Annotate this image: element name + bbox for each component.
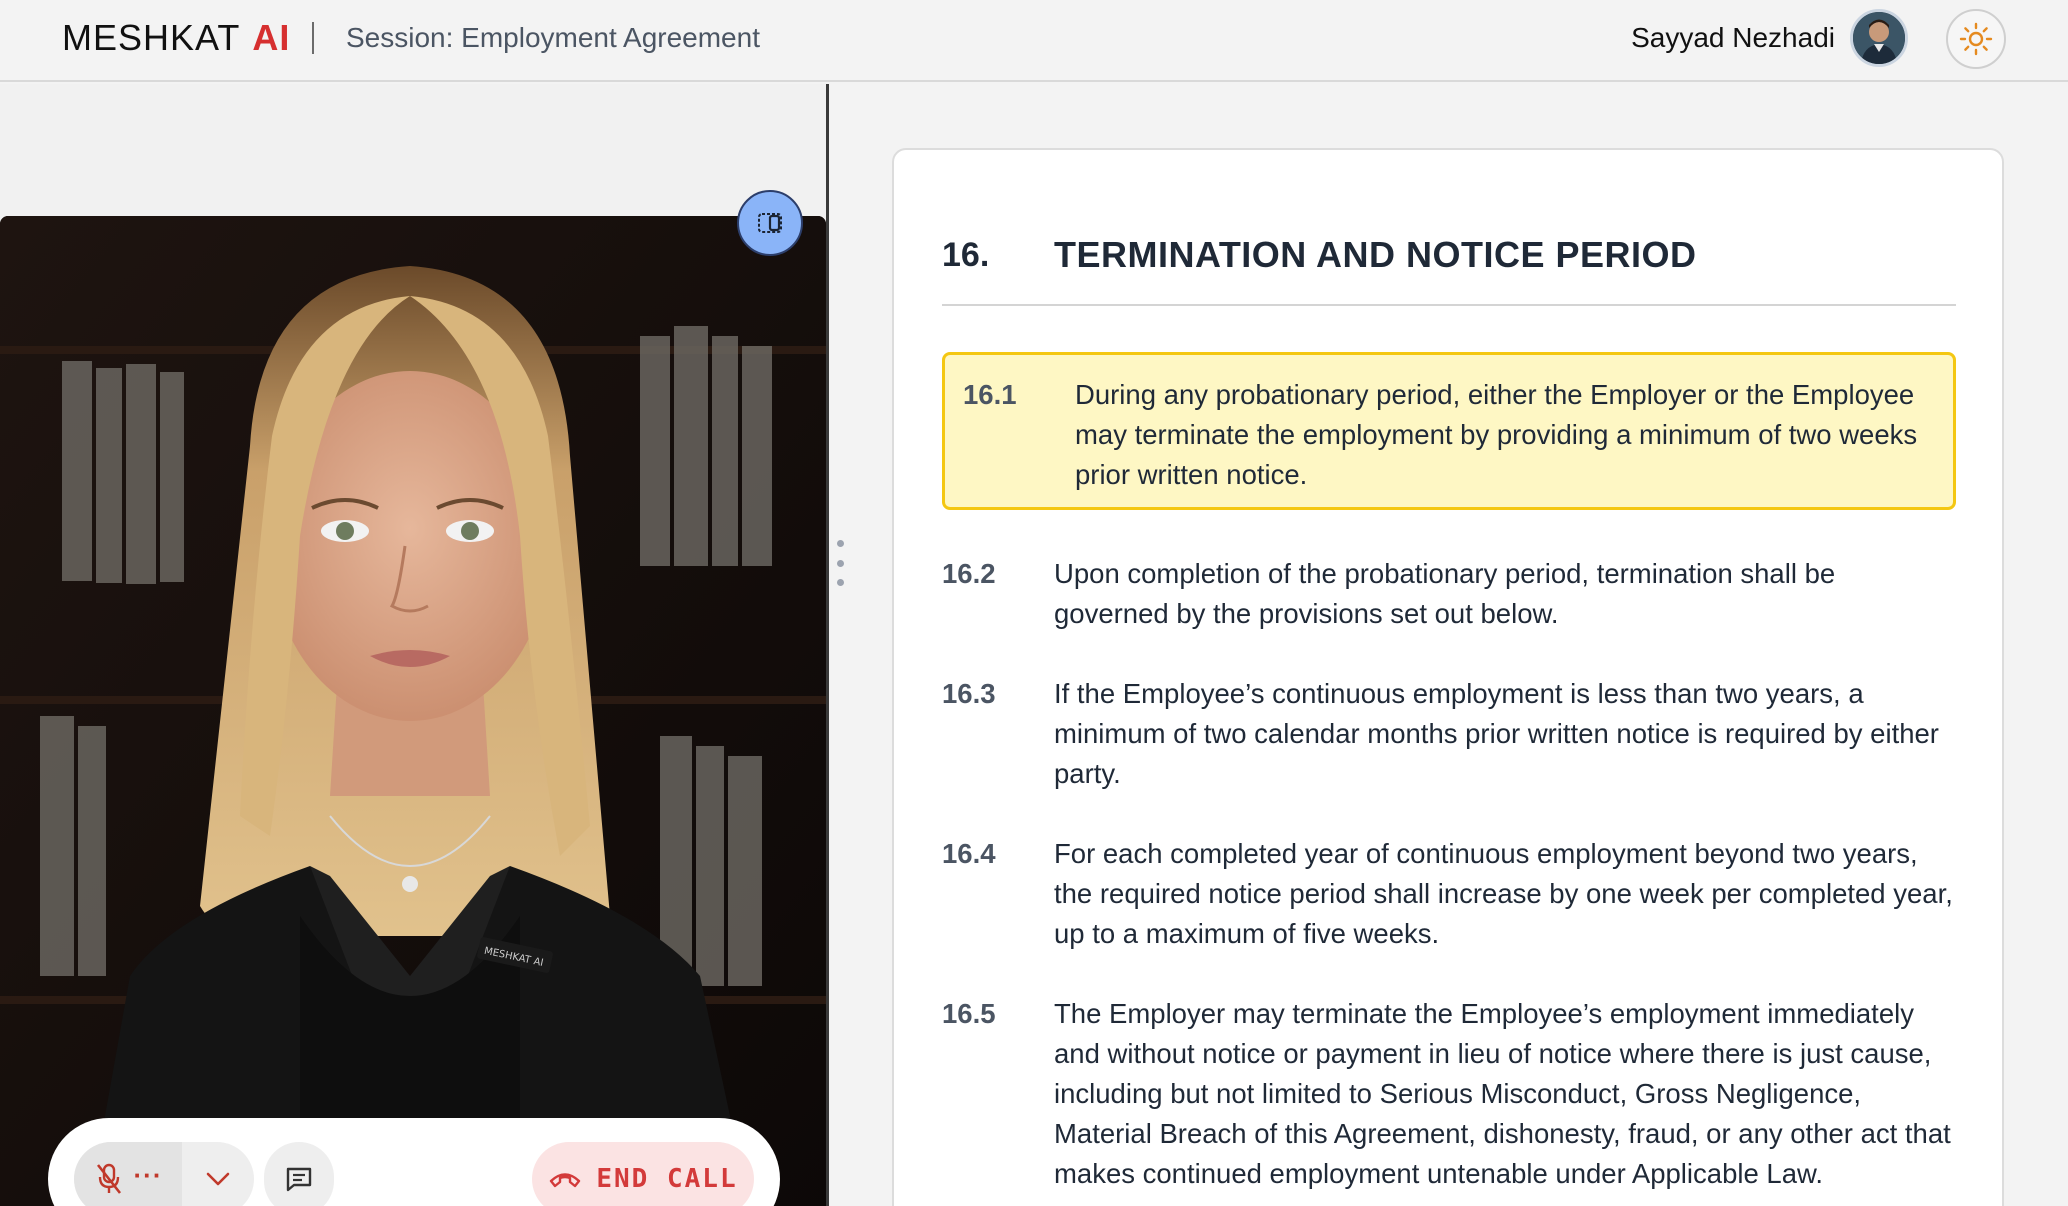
mic-off-icon	[96, 1163, 121, 1194]
avatar[interactable]	[1850, 9, 1908, 67]
clause-text: Upon completion of the probationary peri…	[1054, 558, 1836, 629]
session-title: Session: Employment Agreement	[346, 22, 760, 53]
document-viewer: 16. TERMINATION AND NOTICE PERIOD 16.1 D…	[892, 148, 2004, 1206]
end-call-button[interactable]: END CALL	[532, 1142, 754, 1206]
resize-handle[interactable]	[834, 540, 846, 586]
chevron-down-icon	[206, 1172, 230, 1186]
pane-separator[interactable]	[826, 84, 829, 1206]
clause-highlighted[interactable]: 16.1 During any probationary period, eit…	[942, 352, 1956, 510]
clause-text: If the Employee’s continuous employment …	[1054, 678, 1939, 789]
section-title: TERMINATION AND NOTICE PERIOD	[1054, 234, 1697, 275]
clause-number: 16.2	[942, 558, 996, 589]
mic-toggle-button[interactable]: ···	[74, 1142, 182, 1206]
chat-button[interactable]	[264, 1142, 334, 1206]
clause-number: 16.5	[942, 998, 996, 1029]
call-controls: ··· END CALL	[48, 1118, 780, 1206]
clause-text: During any probationary period, either t…	[1075, 379, 1918, 490]
video-feed: MESHKAT AI	[0, 216, 826, 1206]
section-header: 16. TERMINATION AND NOTICE PERIOD	[942, 234, 1956, 306]
video-pane: MESHKAT AI ··· END CALL	[0, 84, 827, 1206]
picture-in-picture-icon	[758, 213, 782, 233]
video-frame: MESHKAT AI	[0, 216, 826, 1206]
theme-toggle-button[interactable]	[1946, 9, 2006, 69]
header-divider	[312, 22, 314, 54]
chat-icon	[286, 1167, 312, 1192]
phone-hangup-icon	[550, 1173, 581, 1188]
clause-text: For each completed year of continuous em…	[1054, 838, 1953, 949]
picture-in-picture-button[interactable]	[737, 190, 803, 256]
avatar-image	[1853, 12, 1905, 64]
mic-options-dropdown[interactable]	[182, 1142, 254, 1206]
brand-name: MESHKAT	[62, 17, 241, 58]
section-number: 16.	[942, 236, 990, 274]
end-call-label: END CALL	[596, 1164, 738, 1194]
sun-icon	[1959, 22, 1993, 56]
brand-accent: AI	[252, 17, 291, 58]
clause-number: 16.3	[942, 678, 996, 709]
clause-number: 16.1	[963, 379, 1017, 410]
user-name: Sayyad Nezhadi	[1631, 22, 1835, 53]
clause-number: 16.4	[942, 838, 996, 869]
brand-logo[interactable]: MESHKAT AI	[62, 16, 290, 60]
mic-level-indicator: ···	[133, 1159, 163, 1190]
mic-control-group: ···	[74, 1142, 254, 1206]
clause-text: The Employer may terminate the Employee’…	[1054, 998, 1951, 1189]
top-bar: MESHKAT AI Session: Employment Agreement…	[0, 0, 2068, 82]
